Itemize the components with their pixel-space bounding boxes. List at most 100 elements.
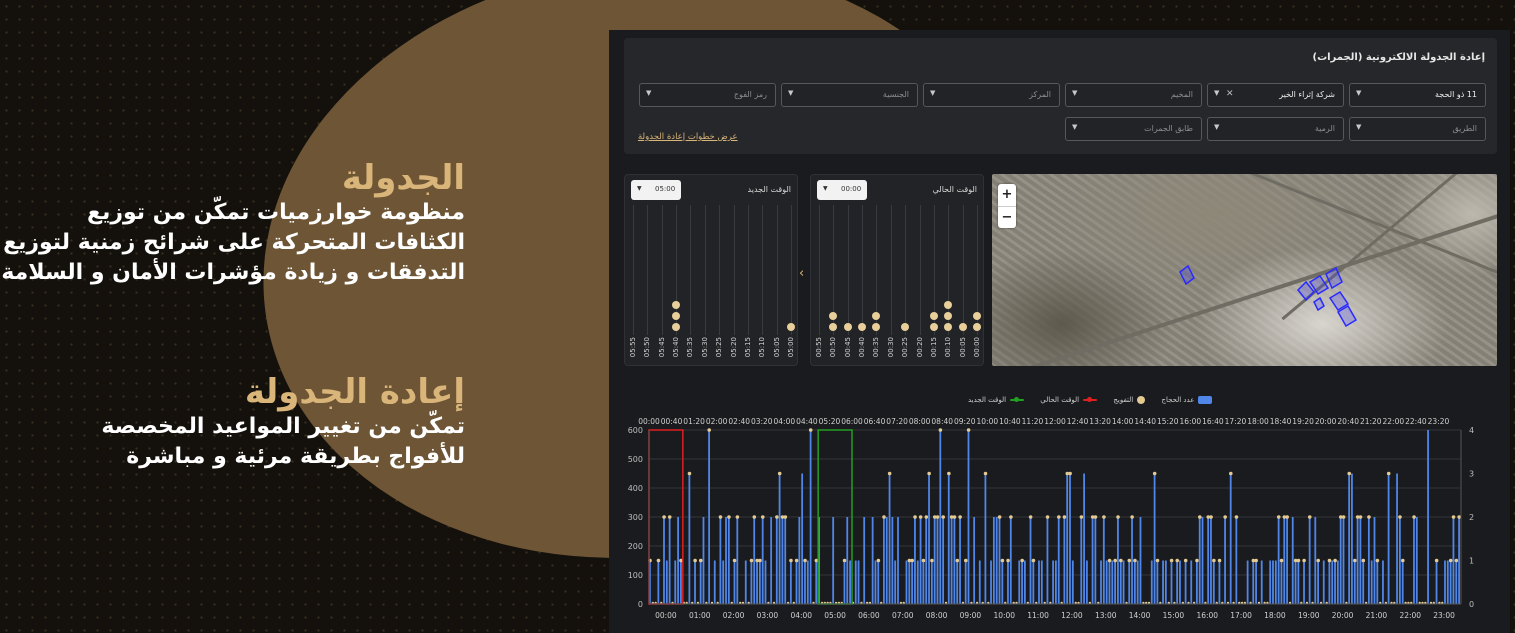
groups-dot[interactable] xyxy=(842,558,847,563)
groups-dot[interactable] xyxy=(1175,558,1180,563)
pilgrims-bar[interactable] xyxy=(992,517,995,604)
pilgrims-bar[interactable] xyxy=(1021,560,1023,605)
groups-dot[interactable] xyxy=(1093,515,1098,519)
current-time-picker[interactable]: 00:00 ▼ xyxy=(817,180,867,200)
groups-dot[interactable] xyxy=(732,558,737,563)
groups-dot[interactable] xyxy=(1361,558,1366,563)
nationality-select[interactable]: الجنسية ▼ xyxy=(781,83,918,107)
pilgrims-bar[interactable] xyxy=(1396,473,1398,605)
pilgrims-bar[interactable] xyxy=(936,517,939,604)
group-dot[interactable] xyxy=(829,323,838,331)
pilgrims-bar[interactable] xyxy=(1195,560,1198,605)
pilgrims-bar[interactable] xyxy=(725,517,727,604)
pilgrims-bar[interactable] xyxy=(1032,560,1035,605)
pilgrims-bar[interactable] xyxy=(1382,560,1384,605)
pilgrims-bar[interactable] xyxy=(719,517,722,604)
groups-dot[interactable] xyxy=(1454,558,1459,563)
group-dot[interactable] xyxy=(672,323,681,331)
pilgrims-bar[interactable] xyxy=(1153,473,1156,605)
groups-dot[interactable] xyxy=(1169,558,1174,563)
pilgrims-bar[interactable] xyxy=(1339,517,1342,604)
pilgrims-bar[interactable] xyxy=(1280,560,1283,605)
group-dot[interactable] xyxy=(829,312,838,320)
pilgrims-bar[interactable] xyxy=(1308,517,1311,604)
pilgrims-bar[interactable] xyxy=(736,517,739,604)
pilgrims-bar[interactable] xyxy=(908,560,911,605)
pilgrims-bar[interactable] xyxy=(1322,560,1325,605)
groups-dot[interactable] xyxy=(1217,558,1222,563)
pilgrims-bar[interactable] xyxy=(1139,517,1142,604)
group-dot[interactable] xyxy=(944,323,953,331)
groups-dot[interactable] xyxy=(707,428,712,432)
pilgrims-bar[interactable] xyxy=(1224,517,1226,604)
groups-dot[interactable] xyxy=(966,428,971,432)
pilgrims-bar[interactable] xyxy=(1294,560,1297,605)
pilgrims-bar[interactable] xyxy=(871,517,874,604)
pilgrims-bar[interactable] xyxy=(1176,560,1179,605)
pilgrims-bar[interactable] xyxy=(832,517,835,604)
pilgrims-bar[interactable] xyxy=(694,560,696,605)
groups-dot[interactable] xyxy=(1116,515,1120,519)
center-select[interactable]: المركز ▼ xyxy=(923,83,1060,107)
pilgrims-bar[interactable] xyxy=(1156,560,1159,605)
group-code-select[interactable]: رمز الفوج ▼ xyxy=(639,83,776,107)
legend-item[interactable]: التفويج xyxy=(1113,396,1146,404)
pilgrims-bar[interactable] xyxy=(1164,560,1167,605)
groups-dot[interactable] xyxy=(1107,558,1112,563)
pilgrims-bar[interactable] xyxy=(798,517,801,604)
groups-dot[interactable] xyxy=(794,558,799,563)
pilgrims-bar[interactable] xyxy=(885,517,888,604)
pilgrims-bar[interactable] xyxy=(1342,517,1345,604)
pilgrims-bar[interactable] xyxy=(953,517,956,604)
group-dot[interactable] xyxy=(901,323,910,331)
groups-dot[interactable] xyxy=(955,558,960,563)
pilgrims-bar[interactable] xyxy=(750,560,753,605)
pilgrims-bar[interactable] xyxy=(1303,560,1305,605)
pilgrims-bar[interactable] xyxy=(1029,517,1032,604)
pilgrims-bar[interactable] xyxy=(1334,560,1336,605)
groups-dot[interactable] xyxy=(1279,558,1284,563)
legend-item[interactable]: الوقت الجديد xyxy=(968,396,1025,404)
pilgrims-bar[interactable] xyxy=(680,560,682,605)
pilgrims-bar[interactable] xyxy=(1229,473,1232,605)
pilgrims-bar[interactable] xyxy=(1066,473,1069,605)
groups-dot[interactable] xyxy=(1057,515,1061,519)
group-dot[interactable] xyxy=(929,312,938,320)
pilgrims-bar[interactable] xyxy=(894,560,897,605)
groups-dot[interactable] xyxy=(1009,515,1013,519)
pilgrims-bar[interactable] xyxy=(1046,517,1049,604)
pilgrims-bar[interactable] xyxy=(1415,517,1418,604)
groups-dot[interactable] xyxy=(1327,558,1332,563)
pilgrims-bar[interactable] xyxy=(928,473,930,605)
pilgrims-bar[interactable] xyxy=(784,517,787,604)
group-dot[interactable] xyxy=(858,323,867,331)
groups-dot[interactable] xyxy=(1353,558,1357,563)
chevron-left-icon[interactable]: ‹ xyxy=(799,266,804,281)
pilgrims-bar[interactable] xyxy=(888,473,891,605)
pilgrims-bar[interactable] xyxy=(978,560,981,605)
pilgrims-bar[interactable] xyxy=(789,560,792,605)
pilgrims-bar[interactable] xyxy=(806,560,809,605)
pilgrims-bar[interactable] xyxy=(1119,560,1122,605)
groups-dot[interactable] xyxy=(882,515,886,519)
pilgrims-bar[interactable] xyxy=(1277,517,1280,604)
groups-dot[interactable] xyxy=(1229,471,1233,476)
pilgrims-bar[interactable] xyxy=(815,560,818,605)
pilgrims-bar[interactable] xyxy=(753,517,756,604)
pilgrims-bar[interactable] xyxy=(998,517,1001,604)
pilgrims-bar[interactable] xyxy=(1373,517,1376,604)
groups-dot[interactable] xyxy=(1031,558,1036,563)
groups-dot[interactable] xyxy=(1316,558,1321,563)
groups-dot[interactable] xyxy=(1197,515,1202,519)
pilgrims-bar[interactable] xyxy=(1063,517,1066,604)
pilgrims-bar[interactable] xyxy=(1297,560,1300,605)
pilgrims-bar[interactable] xyxy=(668,517,671,604)
pilgrims-bar[interactable] xyxy=(846,517,849,604)
pilgrims-bar[interactable] xyxy=(1009,517,1012,604)
groups-dot[interactable] xyxy=(938,428,943,432)
pilgrims-bar[interactable] xyxy=(1055,560,1057,605)
pilgrims-bar[interactable] xyxy=(804,560,806,605)
pilgrims-bar[interactable] xyxy=(657,560,660,605)
pilgrims-bar[interactable] xyxy=(727,517,730,604)
pilgrims-bar[interactable] xyxy=(1458,517,1460,604)
